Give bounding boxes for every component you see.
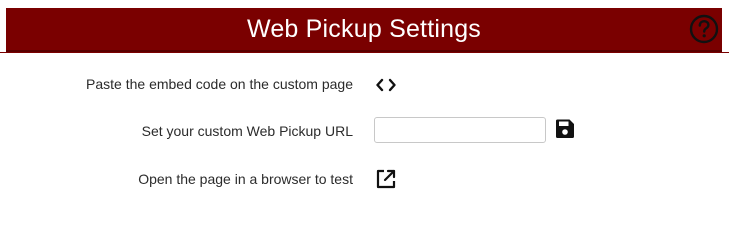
open-browser-label: Open the page in a browser to test bbox=[138, 171, 353, 187]
header-bar: Web Pickup Settings bbox=[6, 8, 722, 52]
custom-url-row: Set your custom Web Pickup URL bbox=[0, 117, 729, 147]
help-circle-icon[interactable] bbox=[689, 14, 719, 44]
save-icon[interactable] bbox=[553, 117, 577, 141]
custom-url-label: Set your custom Web Pickup URL bbox=[141, 123, 353, 139]
page-title: Web Pickup Settings bbox=[246, 14, 481, 43]
external-link-icon[interactable] bbox=[374, 167, 398, 191]
embed-code-row: Paste the embed code on the custom page bbox=[0, 70, 729, 100]
custom-url-input[interactable] bbox=[374, 117, 546, 143]
header-divider bbox=[0, 52, 729, 53]
open-browser-row: Open the page in a browser to test bbox=[0, 165, 729, 195]
code-icon[interactable] bbox=[374, 73, 398, 97]
embed-code-label: Paste the embed code on the custom page bbox=[86, 76, 353, 92]
